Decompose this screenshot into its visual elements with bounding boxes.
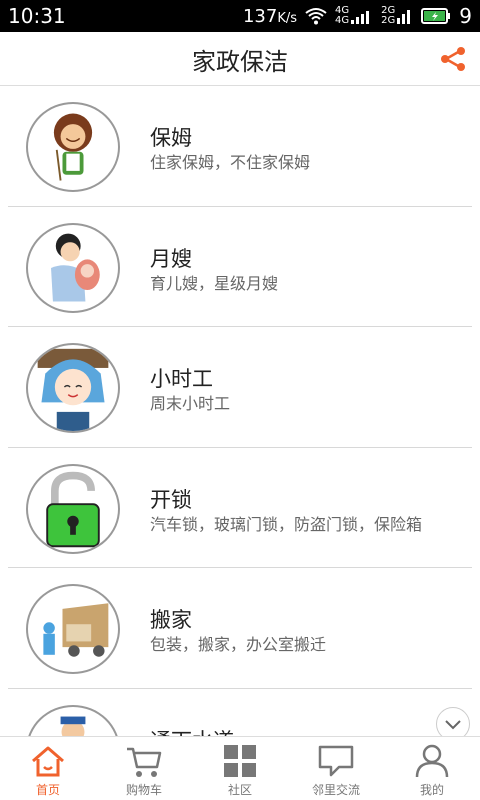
tab-home[interactable]: 首页 bbox=[0, 737, 96, 800]
tab-label: 社区 bbox=[227, 783, 252, 797]
service-item-nanny[interactable]: 保姆 住家保姆，不住家保姆 bbox=[0, 86, 480, 207]
signal-2g-labels: 2G 2G bbox=[381, 6, 395, 26]
service-item-drain-unclogging[interactable]: 通下水道 bbox=[0, 688, 480, 737]
battery-level: 9 bbox=[459, 4, 472, 28]
signal-2g: 2G 2G bbox=[381, 6, 413, 26]
network-speed-value: 137 bbox=[242, 5, 278, 27]
service-desc: 周末小时工 bbox=[150, 394, 231, 413]
service-name: 保姆 bbox=[150, 126, 192, 150]
signal-bars-icon bbox=[397, 10, 411, 24]
service-name: 月嫂 bbox=[150, 246, 192, 271]
tab-neighbor-chat[interactable]: 邻里交流 bbox=[288, 737, 384, 800]
status-time: 10:31 bbox=[8, 4, 66, 28]
battery-icon bbox=[421, 8, 451, 24]
wifi-icon bbox=[305, 8, 327, 25]
nanny-avatar bbox=[26, 102, 120, 192]
status-right: 137K/s 4G 4G 2G 2G 9 bbox=[243, 4, 472, 28]
cart-icon bbox=[127, 747, 162, 777]
tab-label: 邻里交流 bbox=[311, 783, 360, 797]
tab-label: 首页 bbox=[35, 783, 60, 797]
tab-community[interactable]: 社区 bbox=[192, 737, 288, 800]
signal-4g: 4G 4G bbox=[335, 6, 373, 26]
service-desc: 汽车锁，玻璃门锁，防盗门锁，保险箱 bbox=[150, 514, 423, 534]
tab-cart[interactable]: 购物车 bbox=[96, 737, 192, 800]
service-item-hourly-worker[interactable]: 小时工 周末小时工 bbox=[0, 327, 480, 448]
hourly-worker-avatar bbox=[26, 343, 120, 433]
tab-profile[interactable]: 我的 bbox=[384, 737, 480, 800]
service-name: 小时工 bbox=[150, 367, 213, 391]
signal-bars-icon bbox=[351, 11, 370, 24]
service-item-locksmith[interactable]: 开锁 汽车锁，玻璃门锁，防盗门锁，保险箱 bbox=[0, 447, 480, 568]
person-icon bbox=[415, 744, 449, 778]
service-desc: 包装，搬家，办公室搬迁 bbox=[150, 635, 327, 654]
moving-avatar bbox=[26, 584, 120, 674]
service-name: 开锁 bbox=[150, 487, 192, 512]
locksmith-avatar bbox=[26, 463, 120, 554]
share-icon[interactable] bbox=[438, 44, 468, 74]
service-name: 通下水道 bbox=[150, 725, 234, 737]
signal-4g-labels: 4G 4G bbox=[335, 6, 349, 26]
service-item-maternity-nurse[interactable]: 月嫂 育儿嫂，星级月嫂 bbox=[0, 206, 480, 327]
home-icon bbox=[32, 746, 64, 777]
network-speed-unit: K/s bbox=[277, 10, 298, 26]
grid-icon bbox=[224, 745, 256, 777]
status-bar: 10:31 137K/s 4G 4G 2G 2G 9 bbox=[0, 0, 480, 32]
plumber-avatar bbox=[26, 704, 120, 736]
service-desc: 育儿嫂，星级月嫂 bbox=[150, 273, 279, 293]
tab-label: 购物车 bbox=[125, 783, 162, 797]
service-desc: 住家保姆，不住家保姆 bbox=[150, 153, 311, 172]
network-speed: 137K/s bbox=[243, 6, 297, 27]
tab-label: 我的 bbox=[419, 783, 444, 797]
service-name: 搬家 bbox=[150, 608, 192, 632]
chat-icon bbox=[318, 745, 354, 777]
service-item-moving[interactable]: 搬家 包装，搬家，办公室搬迁 bbox=[0, 568, 480, 689]
bottom-tab-bar: 首页 购物车 社区 邻里交流 我的 bbox=[0, 736, 480, 800]
maternity-nurse-avatar bbox=[26, 222, 120, 313]
title-bar: 家政保洁 bbox=[0, 32, 480, 86]
signal-4g-label-b: 4G bbox=[335, 15, 350, 26]
signal-2g-label-b: 2G bbox=[381, 15, 396, 26]
page-title: 家政保洁 bbox=[192, 48, 288, 76]
service-list: 保姆 住家保姆，不住家保姆 月嫂 育儿嫂，星级月嫂 小时工 周末小时工 开锁 汽… bbox=[0, 86, 480, 736]
